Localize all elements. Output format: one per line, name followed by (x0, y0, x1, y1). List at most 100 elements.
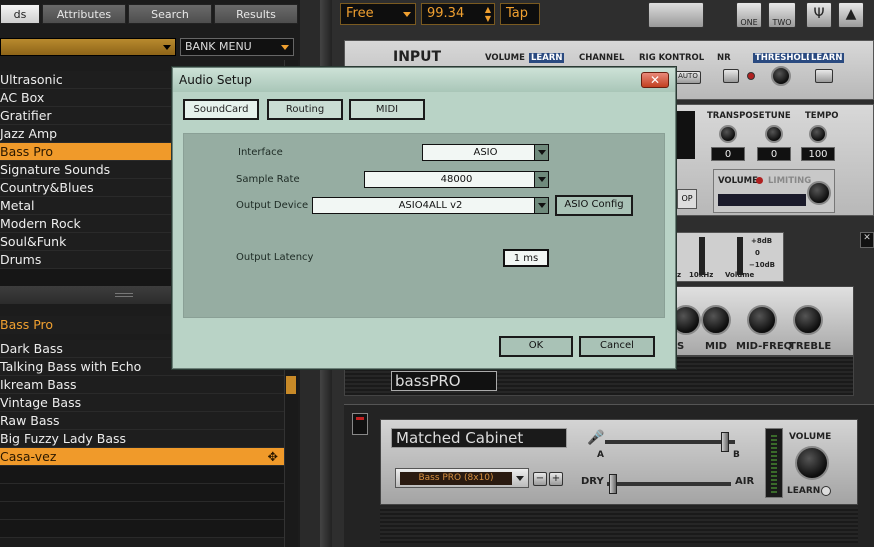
mid-label: MID (705, 341, 727, 352)
asio-config-button[interactable]: ASIO Config (555, 195, 633, 216)
move-icon[interactable]: ✥ (268, 448, 278, 465)
cabinet-grille (380, 507, 858, 543)
dry-label: DRY (581, 476, 604, 487)
soundcard-settings: Interface ASIO Sample Rate 48000 Output … (183, 133, 665, 318)
output-latency-field[interactable]: 1 ms (503, 249, 549, 267)
tab-results[interactable]: Results (214, 4, 298, 24)
mid-knob[interactable] (701, 305, 731, 335)
tempo-value: 99.34 (427, 6, 465, 21)
tab-banks[interactable]: ds (0, 4, 40, 24)
list-item[interactable]: Vintage Bass (0, 394, 284, 412)
cabinet-faceplate: Matched Cabinet Bass PRO (8x10) − + 🎤 A … (380, 419, 858, 505)
rig-kontrol-label: RIG KONTROL (639, 53, 705, 63)
slider-handle[interactable] (609, 474, 617, 494)
input-title: INPUT (393, 49, 442, 65)
op-label: OP (677, 189, 697, 209)
eq-volume-label: Volume (725, 271, 755, 279)
learn-toggle[interactable] (815, 69, 833, 83)
tap-button[interactable]: Tap (500, 3, 540, 25)
learn-toggle[interactable] (821, 486, 831, 496)
close-icon[interactable]: ✕ (860, 232, 874, 248)
volume-label: VOLUME (718, 176, 758, 186)
output-device-value: ASIO4ALL v2 (398, 200, 463, 211)
list-item[interactable]: Raw Bass (0, 412, 284, 430)
sync-mode-value: Free (346, 6, 374, 21)
tempo-knob[interactable] (809, 125, 827, 143)
chevron-down-icon (163, 45, 171, 50)
metronome-icon[interactable]: ▲ (838, 2, 864, 28)
transpose-label: TRANSPOSE (707, 111, 765, 121)
tab-search[interactable]: Search (128, 4, 212, 24)
close-icon[interactable]: ✕ (641, 72, 669, 88)
bank-menu-label: BANK MENU (185, 40, 252, 53)
tempo-value-box[interactable]: 100 (801, 147, 835, 161)
output-meter (718, 194, 806, 206)
power-button[interactable] (352, 413, 368, 435)
mic-blend-slider[interactable] (605, 432, 735, 452)
learn-label: LEARN (529, 53, 565, 63)
treble-knob[interactable] (793, 305, 823, 335)
interface-select[interactable]: ASIO (422, 144, 549, 161)
sample-rate-select[interactable]: 48000 (364, 171, 549, 188)
tune-knob[interactable] (765, 125, 783, 143)
plus8-label: +8dB (751, 237, 773, 245)
chevron-down-icon (281, 45, 289, 50)
cabinet-preset-dropdown[interactable]: Bass PRO (8x10) (395, 468, 529, 488)
chevron-down-icon (534, 145, 548, 160)
threshold-knob[interactable] (771, 66, 791, 86)
interface-value: ASIO (473, 147, 498, 158)
audio-setup-dialog: Audio Setup ✕ SoundCard Routing MIDI Int… (172, 67, 676, 369)
list-item[interactable]: Ikream Bass (0, 376, 284, 394)
cabinet-module: Matched Cabinet Bass PRO (8x10) − + 🎤 A … (344, 404, 874, 547)
stepper-icon[interactable]: ▲ ▼ (485, 5, 491, 23)
nr-toggle[interactable] (723, 69, 739, 83)
treble-label: TREBLE (789, 341, 832, 352)
sample-rate-value: 48000 (440, 174, 473, 185)
transpose-knob[interactable] (719, 125, 737, 143)
master-volume-knob[interactable] (807, 181, 831, 205)
grid-view-button[interactable] (648, 2, 704, 28)
cabinet-level-meter (765, 428, 783, 498)
cabinet-volume-label: VOLUME (789, 432, 832, 442)
transpose-value[interactable]: 0 (711, 147, 745, 161)
bass-label: S (677, 341, 685, 352)
scroll-thumb[interactable] (286, 376, 296, 394)
mic-b-label: B (733, 450, 740, 460)
tuner-fork-icon[interactable]: Ψ (806, 2, 832, 28)
list-item[interactable]: Big Fuzzy Lady Bass (0, 430, 284, 448)
bank-dropdown[interactable] (0, 38, 176, 56)
sync-mode-dropdown[interactable]: Free (340, 3, 416, 25)
ok-button[interactable]: OK (499, 336, 573, 357)
chevron-down-icon (534, 198, 548, 213)
preset-prev-button[interactable]: − (533, 472, 547, 486)
mic-a-label: A (597, 450, 604, 460)
eq-slider[interactable] (699, 237, 705, 275)
tab-attributes[interactable]: Attributes (42, 4, 126, 24)
cancel-button[interactable]: Cancel (579, 336, 655, 357)
output-device-label: Output Device (236, 200, 309, 211)
list-item-selected[interactable]: Casa-vez ✥ (0, 448, 284, 466)
tab-midi[interactable]: MIDI (349, 99, 425, 120)
preset-next-button[interactable]: + (549, 472, 563, 486)
view-one-button[interactable]: ONE (736, 2, 762, 28)
view-two-button[interactable]: TWO (768, 2, 796, 28)
tab-soundcard[interactable]: SoundCard (183, 99, 259, 120)
volume-label: VOLUME (485, 53, 525, 63)
volume-slider[interactable] (737, 237, 743, 275)
slider-handle[interactable] (721, 432, 729, 452)
browser-tabs: ds Attributes Search Results (0, 4, 298, 24)
bank-menu-dropdown[interactable]: BANK MENU (180, 38, 294, 56)
auto-button[interactable]: AUTO (675, 71, 701, 84)
mid-freq-knob[interactable] (747, 305, 777, 335)
sample-rate-label: Sample Rate (236, 174, 300, 185)
tune-value[interactable]: 0 (757, 147, 791, 161)
amp-brand-logo: bassPRO (391, 371, 497, 391)
z-label: z (677, 271, 682, 279)
air-slider[interactable] (607, 474, 731, 494)
cabinet-volume-knob[interactable] (795, 446, 829, 480)
output-device-select[interactable]: ASIO4ALL v2 (312, 197, 549, 214)
preset-scrollbar[interactable] (284, 340, 298, 547)
chevron-down-icon (534, 172, 548, 187)
tab-routing[interactable]: Routing (267, 99, 343, 120)
tempo-field[interactable]: 99.34 ▲ ▼ (421, 3, 495, 25)
